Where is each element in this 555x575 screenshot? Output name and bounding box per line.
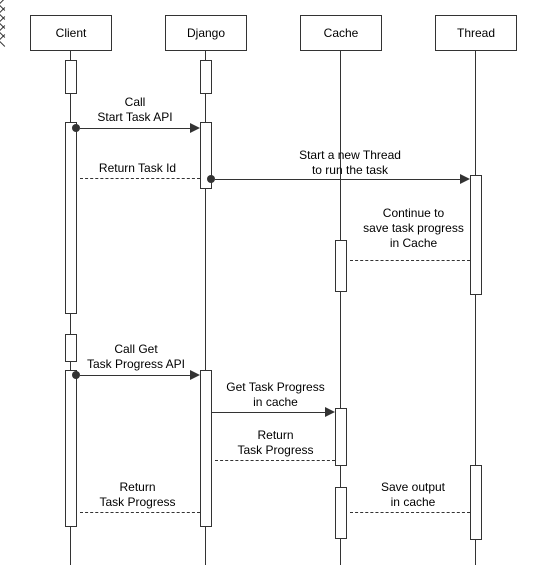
message-call-start	[80, 128, 192, 129]
message-return-progress-2	[80, 512, 200, 513]
activation-cache	[335, 240, 347, 292]
sync-origin-dot-icon	[207, 175, 215, 183]
message-get-progress	[211, 412, 327, 413]
message-label: Get Task Progress in cache	[213, 380, 338, 410]
activation-thread	[470, 175, 482, 295]
activation-client	[65, 370, 77, 527]
activation-client	[65, 60, 77, 94]
message-continue-save	[350, 260, 470, 261]
message-label: Continue to save task progress in Cache	[356, 206, 471, 251]
activation-django	[200, 370, 212, 527]
activation-client	[65, 122, 77, 314]
activation-thread	[470, 465, 482, 540]
actor-label: Cache	[324, 26, 359, 40]
activation-cache	[335, 408, 347, 466]
sync-origin-dot-icon	[72, 371, 80, 379]
sync-origin-dot-icon	[72, 124, 80, 132]
message-label: Call Get Task Progress API	[72, 342, 200, 372]
sequence-diagram: Client Django Cache Thread Call Start Ta…	[0, 0, 555, 575]
message-label: Save output in cache	[373, 480, 453, 510]
message-label: Call Start Task API	[80, 95, 190, 125]
activation-django	[200, 60, 212, 94]
actor-django: Django	[165, 15, 247, 51]
actor-cache: Cache	[300, 15, 382, 51]
message-start-thread	[215, 179, 462, 180]
actor-thread: Thread	[435, 15, 517, 51]
actor-client: Client	[30, 15, 112, 51]
message-return-progress-1	[215, 460, 335, 461]
actor-label: Thread	[457, 26, 495, 40]
message-label: Return Task Id	[80, 161, 195, 176]
activation-cache	[335, 487, 347, 539]
message-label: Start a new Thread to run the task	[270, 148, 430, 178]
message-save-output	[350, 512, 470, 513]
actor-label: Django	[187, 26, 225, 40]
message-label: Return Task Progress	[90, 480, 185, 510]
message-return-task-id	[80, 178, 200, 179]
actor-label: Client	[56, 26, 87, 40]
arrow-right-icon	[460, 174, 470, 184]
arrow-left-icon	[0, 34, 11, 47]
message-label: Return Task Progress	[228, 428, 323, 458]
message-call-get	[80, 375, 192, 376]
arrow-right-icon	[190, 123, 200, 133]
